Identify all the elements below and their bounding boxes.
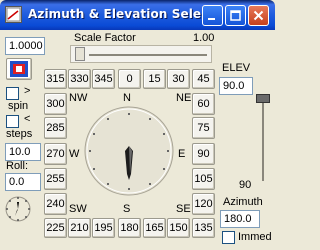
azimuth-button-0[interactable]: 0 [118, 69, 141, 89]
elev-label: ELEV [222, 62, 251, 74]
azimuth-button-15[interactable]: 15 [143, 69, 166, 89]
azimuth-button-240[interactable]: 240 [44, 193, 67, 215]
azimuth-button-60[interactable]: 60 [192, 93, 215, 115]
minimize-icon [208, 18, 215, 20]
scale-slider-thumb[interactable] [75, 47, 85, 61]
steps-label: steps [6, 128, 33, 140]
roll-dial[interactable] [4, 194, 32, 224]
maximize-icon [230, 10, 241, 21]
azimuth-button-75[interactable]: 75 [192, 117, 215, 139]
azimuth-button-285[interactable]: 285 [44, 117, 67, 139]
roll-dial-icon [5, 196, 31, 222]
azimuth-button-255[interactable]: 255 [44, 168, 67, 190]
azimuth-button-270[interactable]: 270 [44, 143, 67, 165]
scale-factor-label: Scale Factor [74, 32, 136, 44]
azimuth-button-30[interactable]: 30 [167, 69, 190, 89]
compass-label-ne: NE [176, 92, 192, 104]
maximize-button[interactable] [225, 5, 246, 26]
elev-input[interactable]: 90.0 [219, 77, 253, 95]
compass-dial-icon [84, 106, 174, 196]
color-button[interactable] [6, 58, 32, 80]
steps-arrow-label: < [24, 113, 31, 125]
close-icon [253, 10, 264, 21]
azimuth-button-315[interactable]: 315 [44, 69, 67, 89]
steps-checkbox[interactable] [6, 115, 19, 128]
spin-checkbox[interactable] [6, 87, 19, 100]
elev-slider-thumb[interactable] [256, 94, 270, 103]
azimuth-button-90[interactable]: 90 [192, 143, 215, 165]
immed-label: Immed [238, 231, 272, 243]
azimuth-button-180[interactable]: 180 [118, 218, 141, 238]
spin-arrow-label: > [24, 85, 31, 97]
azimuth-button-210[interactable]: 210 [68, 218, 91, 238]
compass-label-n: N [123, 92, 131, 104]
roll-label: Roll: [6, 160, 29, 172]
azimuth-button-195[interactable]: 195 [92, 218, 115, 238]
azimuth-button-225[interactable]: 225 [44, 218, 67, 238]
immed-checkbox[interactable] [222, 231, 235, 244]
azimuth-button-150[interactable]: 150 [167, 218, 190, 238]
azimuth-button-300[interactable]: 300 [44, 93, 67, 115]
azimuth-button-135[interactable]: 135 [192, 218, 215, 238]
elev-slider[interactable] [256, 94, 270, 181]
app-icon[interactable] [5, 6, 22, 23]
azimuth-button-120[interactable]: 120 [192, 193, 215, 215]
compass-label-se: SE [176, 203, 191, 215]
window-title: Azimuth & Elevation Sele... [28, 7, 208, 21]
roll-input[interactable]: 0.0 [5, 173, 41, 191]
azimuth-input[interactable]: 180.0 [220, 210, 260, 228]
compass-label-sw: SW [69, 203, 87, 215]
close-button[interactable] [248, 5, 269, 26]
azimuth-label: Azimuth [223, 196, 263, 208]
azimuth-button-330[interactable]: 330 [68, 69, 91, 89]
scale-factor-slider[interactable] [70, 45, 212, 63]
title-bar: Azimuth & Elevation Sele... [0, 0, 275, 30]
azimuth-button-45[interactable]: 45 [192, 69, 215, 89]
elev-bottom-label: 90 [239, 179, 252, 191]
color-icon [10, 61, 28, 77]
minimize-button[interactable] [202, 5, 223, 26]
compass-label-e: E [178, 148, 186, 160]
azimuth-button-165[interactable]: 165 [143, 218, 166, 238]
azimuth-button-345[interactable]: 345 [92, 69, 115, 89]
compass-label-nw: NW [69, 92, 88, 104]
azimuth-button-105[interactable]: 105 [192, 168, 215, 190]
compass-label-s: S [123, 203, 131, 215]
compass-dial[interactable] [83, 104, 175, 198]
compass-label-w: W [69, 148, 80, 160]
steps-input[interactable]: 10.0 [5, 143, 41, 161]
scale-factor-input[interactable]: 1.0000 [5, 37, 45, 55]
spin-label: spin [8, 100, 29, 112]
scale-max-label: 1.00 [193, 32, 215, 44]
